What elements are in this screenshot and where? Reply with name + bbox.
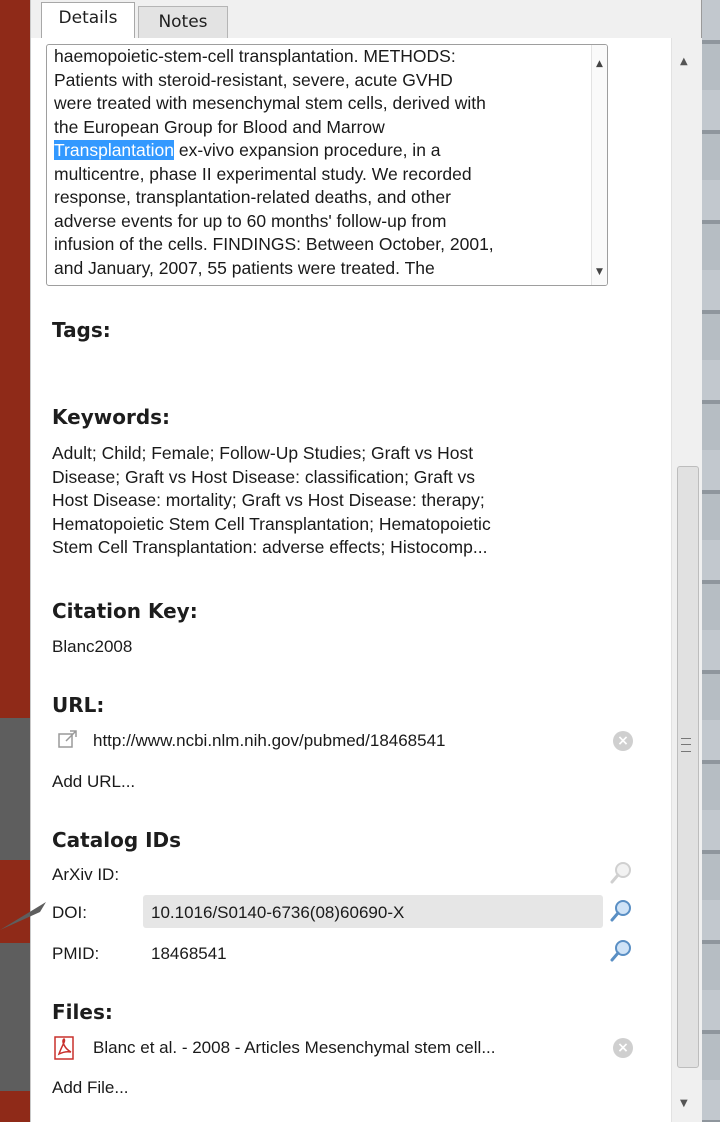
scroll-thumb[interactable] xyxy=(677,466,699,1068)
scroll-up-icon[interactable]: ▲ xyxy=(680,56,688,67)
details-content: haemopoietic-stem-cell transplantation. … xyxy=(31,38,671,1122)
file-link[interactable]: Blanc et al. - 2008 - Articles Mesenchym… xyxy=(93,1038,496,1058)
doi-search-icon[interactable] xyxy=(609,898,635,924)
file-clear-icon[interactable]: × xyxy=(613,1038,633,1058)
abstract-line: the European Group for Blood and Marrow xyxy=(54,116,385,137)
panel-scrollbar[interactable]: ▲ ▼ xyxy=(671,38,702,1122)
abstract-line: response, transplantation-related deaths… xyxy=(54,187,451,207)
abstract-line: multicentre, phase II experimental study… xyxy=(54,163,472,184)
abstract-line: and January, 2007, 55 patients were trea… xyxy=(54,257,435,278)
callout-pointer xyxy=(0,902,46,930)
pmid-value[interactable]: 18468541 xyxy=(151,944,227,964)
abstract-box[interactable]: haemopoietic-stem-cell transplantation. … xyxy=(46,44,608,286)
tab-bar: Details Notes xyxy=(31,0,701,39)
keywords-list[interactable]: Adult; Child; Female; Follow-Up Studies;… xyxy=(52,442,612,560)
citation-key-value[interactable]: Blanc2008 xyxy=(52,637,132,657)
files-label: Files: xyxy=(52,1000,113,1024)
arxiv-id-label: ArXiv ID: xyxy=(52,865,120,884)
url-clear-icon[interactable]: × xyxy=(613,731,633,751)
abstract-line: adverse events for up to 60 months' foll… xyxy=(54,210,447,231)
catalog-ids-label: Catalog IDs xyxy=(52,828,182,852)
keywords-line: Adult; Child; Female; Follow-Up Studies;… xyxy=(52,443,474,463)
abstract-line: were treated with mesenchymal stem cells… xyxy=(54,93,486,113)
tags-label: Tags: xyxy=(52,318,111,342)
abstract-scroll-down-icon[interactable]: ▼ xyxy=(596,267,603,277)
abstract-scroll-up-icon[interactable]: ▲ xyxy=(596,59,603,69)
abstract-line: Transplantation ex-vivo expansion proced… xyxy=(54,139,594,163)
external-link-icon[interactable] xyxy=(57,728,79,750)
keywords-line: Host Disease: mortality; Graft vs Host D… xyxy=(52,490,485,510)
keywords-line: Hematopoietic Stem Cell Transplantation;… xyxy=(52,513,491,534)
details-panel: Details Notes haemopoietic-stem-cell tra… xyxy=(30,0,702,1122)
tab-notes[interactable]: Notes xyxy=(138,6,228,38)
pmid-search-icon[interactable] xyxy=(609,938,635,964)
add-url-button[interactable]: Add URL... xyxy=(52,772,135,792)
doi-value[interactable]: 10.1016/S0140-6736(08)60690-X xyxy=(151,903,404,923)
scroll-down-icon[interactable]: ▼ xyxy=(680,1098,688,1109)
abstract-line: Patients with steroid-resistant, severe,… xyxy=(54,69,453,90)
url-link[interactable]: http://www.ncbi.nlm.nih.gov/pubmed/18468… xyxy=(93,731,446,751)
citation-key-label: Citation Key: xyxy=(52,599,198,623)
keywords-label: Keywords: xyxy=(52,405,171,429)
abstract-line: infusion of the cells. FINDINGS: Between… xyxy=(54,234,494,254)
keywords-line: Stem Cell Transplantation: adverse effec… xyxy=(52,537,488,557)
abstract-line-rest: ex-vivo expansion procedure, in a xyxy=(173,140,441,160)
keywords-line: Disease; Graft vs Host Disease: classifi… xyxy=(52,466,476,487)
abstract-text: haemopoietic-stem-cell transplantation. … xyxy=(54,45,594,280)
highlighted-word: Transplantation xyxy=(54,140,174,160)
abstract-line: haemopoietic-stem-cell transplantation. … xyxy=(54,46,456,66)
background-window-strip xyxy=(700,0,720,1122)
abstract-scrollbar[interactable]: ▲ ▼ xyxy=(591,45,607,285)
scroll-grip-icon xyxy=(681,738,691,752)
add-file-button[interactable]: Add File... xyxy=(52,1078,129,1098)
arxiv-search-icon[interactable] xyxy=(609,860,635,886)
